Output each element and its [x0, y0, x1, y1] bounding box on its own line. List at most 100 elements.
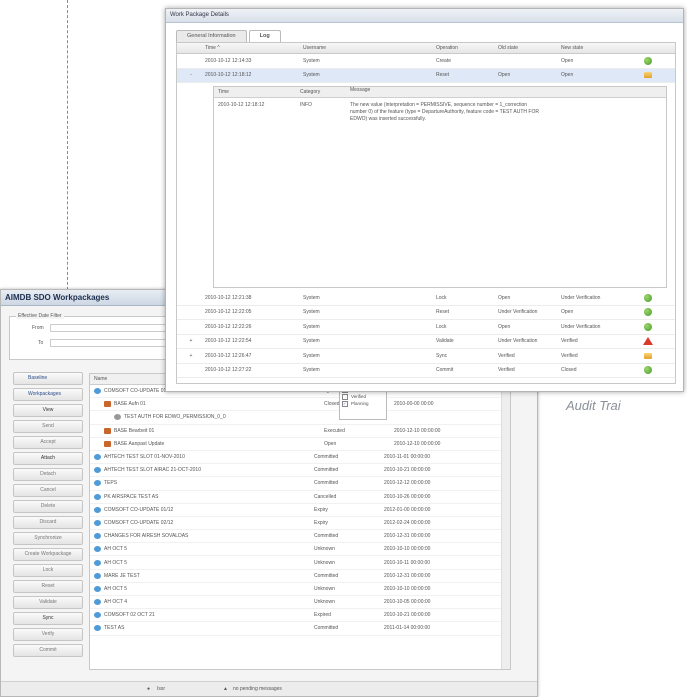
- package-icon: [104, 401, 111, 408]
- tree-row[interactable]: AH OCT 5 Unknown 2010-10-10 00:00:00: [90, 543, 510, 557]
- side-button-send[interactable]: Send: [13, 420, 83, 433]
- side-button-lock[interactable]: Lock: [13, 564, 83, 577]
- tree-row[interactable]: AH OCT 5 Unknown 2010-10-11 00:00:00: [90, 556, 510, 570]
- side-button-discard[interactable]: Discard: [13, 516, 83, 529]
- log-old: Under Verification: [498, 309, 538, 316]
- workpackage-tree: Name COMSOFT CO-UPDATE 01/10Editing2010-…: [89, 373, 511, 670]
- tree-row-status: Committed: [314, 480, 339, 487]
- log-row[interactable]: +2010-10-12 12:22:54 System Validate Under …: [177, 335, 675, 349]
- dropdown-option-label: Planning: [351, 401, 369, 406]
- tree-row-status: Unknown: [314, 559, 335, 566]
- to-date-input[interactable]: [50, 339, 172, 347]
- tree-row[interactable]: COMSOFT CO-UPDATE 02/12 Expiry 2012-02-24 …: [90, 517, 510, 531]
- side-button-validate[interactable]: Validate: [13, 596, 83, 609]
- tree-row[interactable]: BASE Bearbeit 01 Executed 2010-12-10 00:00…: [90, 425, 510, 438]
- tree-row-status: Committed: [314, 467, 339, 474]
- column-header[interactable]: Operation: [436, 43, 498, 53]
- tree-row[interactable]: PK AIRSPACE TEST AS Cancelled 2010-10-26 0…: [90, 491, 510, 504]
- tree-row-name-cell: AHTECH TEST SLOT 01-NOV-2010: [90, 454, 314, 461]
- side-button-attach[interactable]: Attach: [13, 452, 83, 465]
- tab-log[interactable]: Log: [248, 30, 281, 42]
- log-user: System: [303, 338, 320, 345]
- dropdown-option[interactable]: Verified: [340, 393, 386, 400]
- side-button-synchronize[interactable]: Synchronize: [13, 532, 83, 545]
- tree-row[interactable]: COMSOFT CO-UPDATE 01/12 Expiry 2012-01-00 …: [90, 504, 510, 517]
- status-cell: [633, 337, 663, 346]
- side-button-detach[interactable]: Detach: [13, 468, 83, 481]
- log-row[interactable]: 2010-10-12 12:22:26 System Lock Open Under V…: [177, 320, 675, 335]
- log-row[interactable]: 2010-10-12 12:22:05 System Reset Under Veri…: [177, 306, 675, 320]
- log-user: System: [303, 323, 320, 330]
- column-header[interactable]: Time ^: [205, 43, 303, 53]
- cloud-icon: [94, 519, 101, 526]
- tree-row[interactable]: AHTECH TEST SLOT 01-NOV-2010 Committed 201…: [90, 451, 510, 465]
- tree-row[interactable]: COMSOFT 02 OCT 21 Expired 2010-10-21 00:00…: [90, 609, 510, 623]
- tree-row-name-cell: TEPS: [90, 480, 314, 487]
- tree-row[interactable]: MARE JE TEST Committed 2010-12-31 00:00:00: [90, 570, 510, 583]
- side-button-sync[interactable]: Sync: [13, 612, 83, 625]
- side-button-verify[interactable]: Verify: [13, 628, 83, 641]
- tree-row[interactable]: AHTECH TEST SLOT AIRAC 21-OCT-2010 Commit…: [90, 464, 510, 478]
- side-button-cancel[interactable]: Cancel: [13, 484, 83, 497]
- log-time: 2010-10-12 12:14:33: [205, 57, 252, 64]
- tree-row[interactable]: BASE Aufn 01 Closed 2010-00-00 00:00: [90, 398, 510, 412]
- column-header[interactable]: Old state: [498, 43, 561, 53]
- side-button-view[interactable]: View: [13, 404, 83, 417]
- log-row[interactable]: 2010-10-12 12:21:38 System Lock Open Under V…: [177, 291, 675, 306]
- status-cell: [633, 293, 663, 302]
- tab-general-information[interactable]: General Information: [176, 30, 247, 42]
- tree-row-name: TEST AUTH FOR EDWO_PERMISSION_0_0: [124, 414, 226, 421]
- tree-row[interactable]: TEST AUTH FOR EDWO_PERMISSION_0_0: [90, 411, 510, 425]
- tree-row-status: Cancelled: [314, 493, 337, 500]
- tree-row-status: Expiry: [314, 506, 328, 513]
- tree-row[interactable]: AH OCT 5 Unknown 2010-10-10 00:00:00: [90, 583, 510, 596]
- expand-toggle-icon[interactable]: +: [177, 338, 205, 344]
- tree-row-date: 2010-00-00 00:00: [394, 401, 434, 408]
- cloud-icon: [94, 559, 101, 566]
- side-button-reset[interactable]: Reset: [13, 580, 83, 593]
- checkbox-icon[interactable]: [342, 393, 348, 400]
- tree-row[interactable]: CHANGES FOR AIRESH SOVALDAS Committed 2010…: [90, 530, 510, 544]
- column-header[interactable]: Username: [303, 43, 436, 53]
- side-button-baseline[interactable]: Baseline: [13, 372, 83, 385]
- log-user: System: [303, 309, 320, 316]
- side-button-commit[interactable]: Commit: [13, 644, 83, 657]
- tree-row[interactable]: AH OCT 4 Unknown 2010-10-05 00:00:00: [90, 596, 510, 610]
- expand-toggle-icon[interactable]: +: [177, 353, 205, 359]
- side-button-delete[interactable]: Delete: [13, 500, 83, 513]
- audit-trail-caption: Audit Trai: [566, 398, 621, 413]
- log-row[interactable]: -2010-10-12 12:18:12 System Reset Open Open: [177, 68, 675, 83]
- log-row[interactable]: 2010-10-12 12:27:22 System Commit Verified C…: [177, 364, 675, 378]
- tree-row-name-cell: COMSOFT CO-UPDATE 02/12: [90, 519, 314, 526]
- expand-toggle-icon[interactable]: -: [177, 72, 205, 78]
- log-row[interactable]: 2010-10-12 12:14:33 System Create Open: [177, 54, 675, 69]
- tree-row-name-cell: COMSOFT 02 OCT 21: [90, 612, 314, 619]
- status-bar: ● Issr ▲ no pending messages: [1, 681, 537, 696]
- log-user: System: [303, 294, 320, 301]
- side-button-accept[interactable]: Accept: [13, 436, 83, 449]
- tree-row[interactable]: TEST AS Committed 2011-01-14 00:00:00: [90, 622, 510, 636]
- dropdown-option[interactable]: ✓ Planning: [340, 400, 386, 407]
- checkbox-icon[interactable]: ✓: [342, 400, 348, 407]
- from-date-input[interactable]: [50, 324, 172, 332]
- tree-row[interactable]: BASE Aanpast Update Open 2010-12-10 00:00:…: [90, 438, 510, 451]
- log-new: Under Verification: [561, 294, 601, 301]
- side-button-workpackages[interactable]: Workpackages: [13, 388, 83, 401]
- log-grid: Time ^ Username Operation Old state New stat…: [176, 42, 676, 384]
- tree-row-date: 2010-10-21 00:00:00: [384, 467, 431, 474]
- side-button-create-workpackage[interactable]: Create Workpackage: [13, 548, 83, 561]
- tree-row-name-cell: AH OCT 4: [90, 599, 314, 606]
- tree-row-date: 2010-12-12 00:00:00: [384, 480, 431, 487]
- log-row[interactable]: +2010-10-12 12:26:47 System Sync Verified Ve…: [177, 349, 675, 364]
- tree-row[interactable]: TEPS Committed 2010-12-12 00:00:00: [90, 477, 510, 491]
- tree-scrollbar[interactable]: [501, 374, 510, 669]
- tree-row-name: BASE Aanpast Update: [114, 440, 165, 447]
- package-icon: [104, 427, 111, 434]
- tree-row-name: AHTECH TEST SLOT AIRAC 21-OCT-2010: [104, 467, 201, 474]
- column-header[interactable]: New state: [561, 43, 633, 53]
- detail-row[interactable]: 2010-10-12 12:18:12 INFO The new value (…: [214, 98, 666, 123]
- log-new: Open: [561, 72, 574, 79]
- log-time: 2010-10-12 12:21:38: [205, 294, 252, 301]
- cloud-icon: [94, 572, 101, 579]
- tree-row-status: Open: [324, 440, 337, 447]
